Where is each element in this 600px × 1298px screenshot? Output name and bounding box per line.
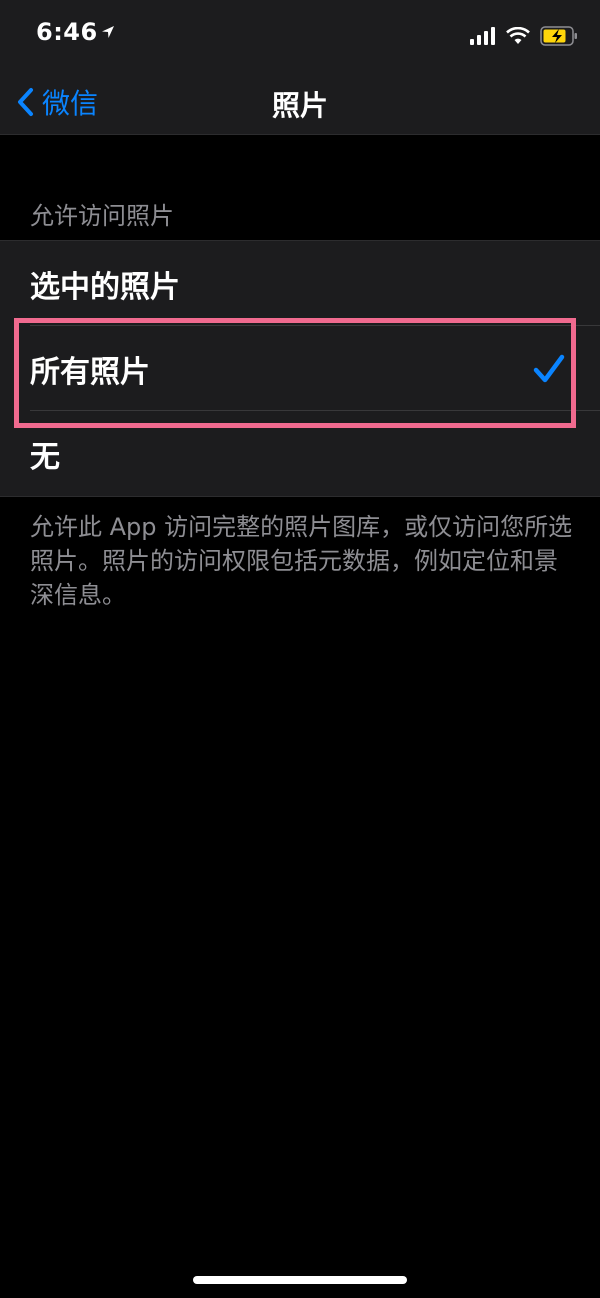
battery-charging-icon: [540, 26, 577, 46]
option-label: 无: [30, 439, 60, 475]
wifi-icon: [506, 27, 530, 44]
status-bar: 6:46: [0, 0, 600, 70]
page-title: 照片: [271, 89, 328, 122]
navigation-bar: 微信 照片: [0, 70, 600, 135]
home-indicator[interactable]: [193, 1276, 407, 1284]
location-icon: [102, 26, 114, 38]
option-label: 选中的照片: [30, 269, 180, 305]
cellular-icon: [470, 27, 495, 45]
status-icons: [470, 26, 578, 46]
option-selected-photos[interactable]: 选中的照片: [0, 241, 600, 326]
section-footer: 允许此 App 访问完整的照片图库，或仅访问您所选照片。照片的访问权限包括元数据…: [30, 513, 573, 609]
status-time: 6:46: [36, 18, 98, 46]
section-header: 允许访问照片: [30, 202, 174, 230]
highlight-box: [14, 318, 576, 428]
